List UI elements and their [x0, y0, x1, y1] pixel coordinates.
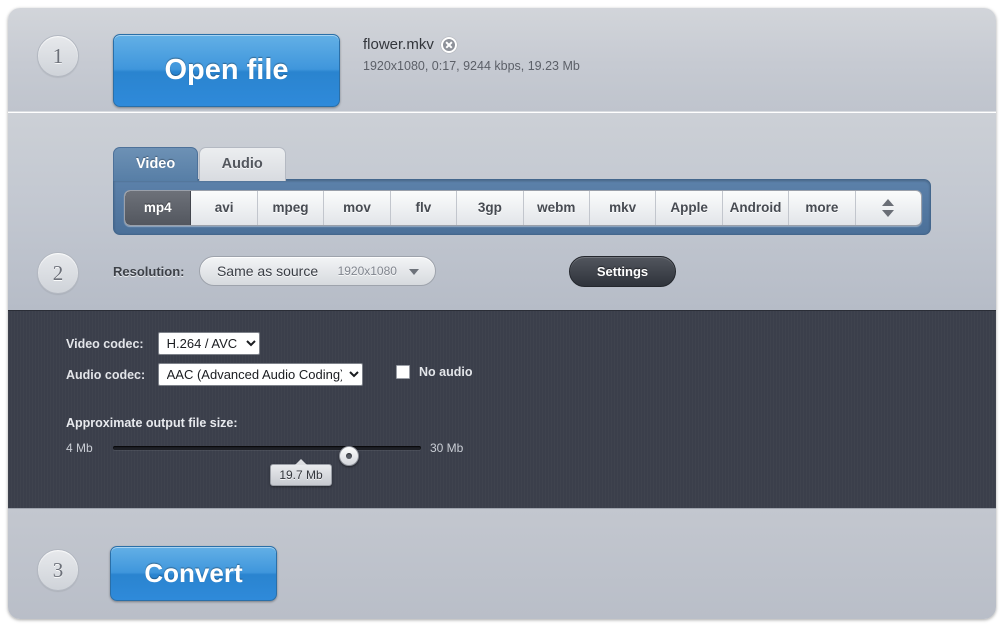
- tab-audio[interactable]: Audio: [198, 147, 286, 181]
- resolution-label: Resolution:: [113, 263, 185, 279]
- format-option-apple[interactable]: Apple: [656, 191, 723, 225]
- stepper-up-arrow-icon: [882, 199, 895, 206]
- resolution-row: Resolution: Same as source 1920x1080 Set…: [113, 256, 676, 287]
- slider-min-label: 4 Mb: [66, 441, 93, 455]
- format-option-3gp[interactable]: 3gp: [457, 191, 524, 225]
- media-type-tabs: Video Audio: [113, 147, 286, 181]
- step-badge-1: 1: [37, 35, 79, 77]
- up-down-stepper-icon[interactable]: [856, 191, 921, 225]
- tab-video[interactable]: Video: [113, 147, 199, 181]
- format-option-mp4[interactable]: mp4: [125, 191, 192, 225]
- output-size-title: Approximate output file size:: [66, 416, 238, 430]
- format-option-mkv[interactable]: mkv: [590, 191, 657, 225]
- format-bar-shell: mp4 avi mpeg mov flv 3gp webm mkv Apple …: [113, 179, 931, 235]
- audio-codec-select[interactable]: AAC (Advanced Audio Coding): [157, 363, 363, 386]
- video-codec-row: Video codec: H.264 / AVC: [66, 332, 260, 355]
- audio-codec-row: Audio codec: AAC (Advanced Audio Coding): [66, 363, 363, 386]
- stepper-down-arrow-icon: [882, 210, 895, 217]
- audio-codec-label: Audio codec:: [66, 367, 146, 382]
- format-bar: mp4 avi mpeg mov flv 3gp webm mkv Apple …: [124, 190, 922, 226]
- open-file-button[interactable]: Open file: [113, 34, 340, 107]
- no-audio-checkbox[interactable]: [396, 365, 410, 379]
- settings-button[interactable]: Settings: [569, 256, 676, 287]
- format-option-webm[interactable]: webm: [524, 191, 590, 225]
- video-codec-label: Video codec:: [66, 336, 144, 351]
- file-meta: 1920x1080, 0:17, 9244 kbps, 19.23 Mb: [363, 59, 580, 73]
- format-option-android[interactable]: Android: [723, 191, 790, 225]
- format-option-avi[interactable]: avi: [191, 191, 258, 225]
- format-option-flv[interactable]: flv: [391, 191, 458, 225]
- video-codec-select[interactable]: H.264 / AVC: [157, 332, 260, 355]
- slider-track[interactable]: [113, 446, 421, 466]
- slider-max-label: 30 Mb: [430, 441, 464, 455]
- no-audio-label: No audio: [419, 365, 473, 379]
- file-info: flower.mkv 1920x1080, 0:17, 9244 kbps, 1…: [363, 36, 580, 73]
- resolution-detail: 1920x1080: [337, 264, 397, 278]
- step-badge-2: 2: [37, 252, 79, 294]
- convert-button[interactable]: Convert: [110, 546, 277, 601]
- converter-window: 1 Open file flower.mkv 1920x1080, 0:17, …: [8, 8, 996, 619]
- slider-handle[interactable]: [339, 446, 359, 466]
- output-size-slider[interactable]: 4 Mb 30 Mb 19.7 Mb: [66, 438, 474, 486]
- format-option-mpeg[interactable]: mpeg: [258, 191, 325, 225]
- close-circle-icon[interactable]: [440, 36, 457, 53]
- step-badge-3: 3: [37, 549, 79, 591]
- open-file-section: 1 Open file flower.mkv 1920x1080, 0:17, …: [8, 8, 996, 112]
- resolution-value: Same as source: [216, 263, 319, 279]
- format-option-mov[interactable]: mov: [324, 191, 391, 225]
- format-option-more[interactable]: more: [789, 191, 856, 225]
- file-name: flower.mkv: [363, 36, 434, 54]
- resolution-select[interactable]: Same as source 1920x1080: [198, 256, 436, 286]
- no-audio-checkbox-row[interactable]: No audio: [396, 365, 472, 379]
- slider-value-tooltip: 19.7 Mb: [270, 459, 332, 486]
- chevron-down-icon: [408, 269, 419, 275]
- format-section: 2 Video Audio mp4 avi mpeg mov flv 3gp w…: [8, 113, 996, 310]
